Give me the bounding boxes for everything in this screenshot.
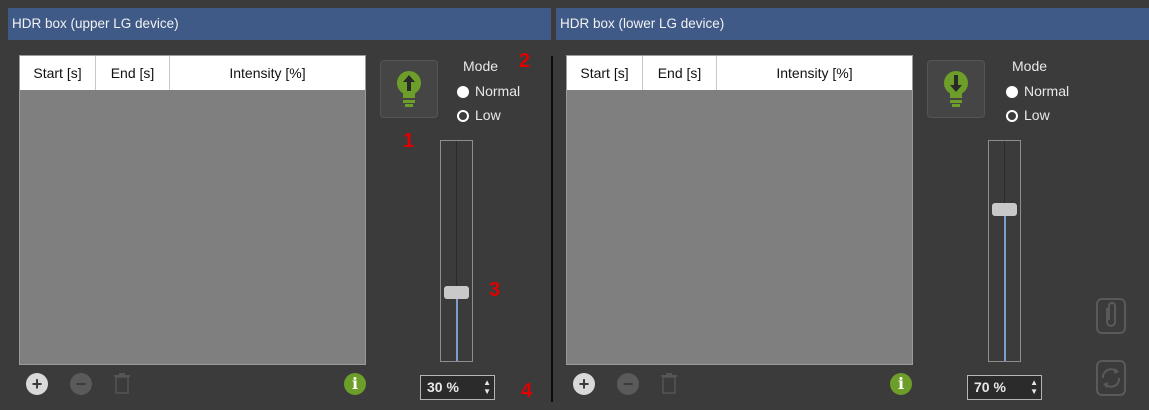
bulb-down-arrow-icon <box>944 71 968 107</box>
panel-title-upper: HDR box (upper LG device) <box>8 8 551 40</box>
spin-arrows-icon[interactable]: ▲ ▼ <box>483 378 491 396</box>
column-start[interactable]: Start [s] <box>567 56 643 90</box>
mode-label: Mode <box>1012 58 1048 74</box>
column-end[interactable]: End [s] <box>96 56 170 90</box>
column-intensity[interactable]: Intensity [%] <box>170 56 365 90</box>
remove-row-button[interactable]: − <box>617 373 639 395</box>
mode-normal-radio[interactable]: Normal <box>1006 82 1069 100</box>
callout-2: 2 <box>519 50 531 72</box>
intensity-slider-lower[interactable] <box>988 140 1021 362</box>
mode-normal-radio[interactable]: Normal <box>457 82 520 100</box>
hdr-box-upper-panel: HDR box (upper LG device) Start [s] End … <box>8 8 551 410</box>
mode-low-radio[interactable]: Low <box>457 106 501 124</box>
schedule-table-lower[interactable]: Start [s] End [s] Intensity [%] <box>566 55 913 365</box>
table-header: Start [s] End [s] Intensity [%] <box>567 56 912 90</box>
bulb-toggle-button-lower[interactable] <box>927 60 985 118</box>
radio-unchecked-icon <box>457 110 469 122</box>
paperclip-icon[interactable] <box>1096 298 1126 334</box>
callout-3: 3 <box>489 279 501 301</box>
radio-checked-icon <box>457 86 469 98</box>
intensity-spinbox-lower[interactable]: 70 % ▲ ▼ <box>967 375 1042 400</box>
info-icon[interactable]: i <box>890 373 912 395</box>
table-header: Start [s] End [s] Intensity [%] <box>20 56 365 90</box>
mode-low-radio[interactable]: Low <box>1006 106 1050 124</box>
mode-label: Mode <box>463 58 499 74</box>
intensity-slider-upper[interactable] <box>440 140 473 362</box>
intensity-spinbox-upper[interactable]: 30 % ▲ ▼ <box>420 375 495 400</box>
panel-divider <box>551 56 553 402</box>
slider-handle[interactable] <box>444 285 469 299</box>
spin-arrows-icon[interactable]: ▲ ▼ <box>1030 378 1038 396</box>
schedule-table-upper[interactable]: Start [s] End [s] Intensity [%] <box>19 55 366 365</box>
radio-checked-icon <box>1006 86 1018 98</box>
refresh-icon[interactable] <box>1096 360 1126 396</box>
radio-unchecked-icon <box>1006 110 1018 122</box>
panel-title-lower: HDR box (lower LG device) <box>556 8 1149 40</box>
column-end[interactable]: End [s] <box>643 56 717 90</box>
bulb-toggle-button-upper[interactable] <box>380 60 438 118</box>
bulb-up-arrow-icon <box>397 71 421 107</box>
column-intensity[interactable]: Intensity [%] <box>717 56 912 90</box>
callout-1: 1 <box>403 130 415 152</box>
delete-icon[interactable] <box>661 373 677 395</box>
slider-handle[interactable] <box>992 203 1017 217</box>
hdr-box-lower-panel: HDR box (lower LG device) Start [s] End … <box>556 8 1149 410</box>
add-row-button[interactable]: + <box>26 373 48 395</box>
callout-4: 4 <box>521 380 533 402</box>
add-row-button[interactable]: + <box>573 373 595 395</box>
delete-icon[interactable] <box>114 373 130 395</box>
remove-row-button[interactable]: − <box>70 373 92 395</box>
column-start[interactable]: Start [s] <box>20 56 96 90</box>
info-icon[interactable]: i <box>344 373 366 395</box>
